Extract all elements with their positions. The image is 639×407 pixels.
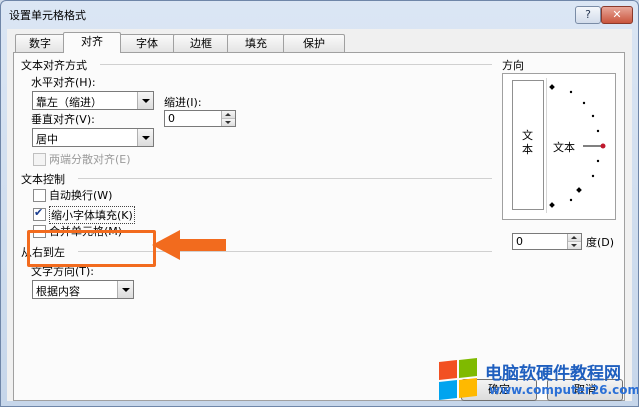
wrap-text-checkbox[interactable] — [33, 189, 46, 202]
dial-marker — [569, 198, 573, 202]
tab-protection[interactable]: 保护 — [283, 34, 345, 52]
close-button[interactable]: ✕ — [601, 6, 633, 24]
help-button[interactable]: ? — [575, 6, 601, 24]
dial-marker — [591, 174, 595, 178]
vertical-align-value: 居中 — [36, 133, 58, 146]
dial-marker — [596, 159, 600, 163]
dial-marker — [569, 90, 573, 94]
vertical-align-label: 垂直对齐(V): — [31, 113, 95, 126]
justify-distributed-checkbox[interactable] — [33, 153, 46, 166]
tab-border[interactable]: 边框 — [173, 34, 229, 52]
dial-marker — [582, 101, 586, 105]
group-divider — [78, 178, 492, 179]
tab-fill[interactable]: 填充 — [227, 34, 285, 52]
text-alignment-group-title: 文本对齐方式 — [21, 59, 87, 72]
stepper-up-icon[interactable] — [568, 234, 581, 242]
dialog-body: 数字 对齐 字体 边框 填充 保护 文本对齐方式 水平对齐(H): 靠左（缩进）… — [7, 29, 632, 401]
horizontal-align-value: 靠左（缩进） — [36, 96, 102, 109]
shrink-to-fit-label: 缩小字体填充(K) — [49, 206, 135, 224]
indent-label: 缩进(I): — [164, 96, 202, 109]
watermark: 电脑软硬件教程网 www.computer26.com — [433, 353, 638, 406]
orientation-box: 文本 文本 — [502, 73, 616, 220]
stepper-up-icon[interactable] — [222, 111, 235, 119]
group-divider — [100, 64, 492, 65]
text-control-group-title: 文本控制 — [21, 173, 65, 186]
text-direction-select[interactable]: 根据内容 — [32, 280, 134, 299]
degree-stepper[interactable]: 0 — [512, 233, 582, 250]
degree-value: 0 — [516, 235, 523, 248]
stepper-down-icon[interactable] — [222, 119, 235, 126]
degree-label: 度(D) — [586, 236, 615, 249]
pointer-arrow-shaft — [178, 239, 226, 251]
orientation-title: 方向 — [502, 59, 524, 72]
tab-number[interactable]: 数字 — [15, 34, 65, 52]
wrap-text-label: 自动换行(W) — [49, 189, 113, 202]
dial-marker — [591, 114, 595, 118]
shrink-to-fit-highlight-box — [27, 230, 156, 267]
windows-logo-icon — [439, 358, 479, 401]
dial-marker — [596, 129, 600, 133]
dial-marker — [576, 187, 582, 193]
vertical-text-label: 文本 — [522, 129, 533, 156]
chevron-down-icon[interactable] — [117, 281, 133, 298]
dial-marker — [549, 202, 555, 208]
stepper-buttons — [567, 234, 581, 249]
stepper-down-icon[interactable] — [568, 242, 581, 249]
title-bar: 设置单元格格式 ? ✕ — [1, 1, 638, 27]
tab-alignment[interactable]: 对齐 — [63, 32, 121, 53]
stepper-buttons — [221, 111, 235, 126]
alignment-panel: 文本对齐方式 水平对齐(H): 靠左（缩进） 缩进(I): 0 垂直对齐(V):… — [13, 52, 625, 401]
watermark-title: 电脑软硬件教程网 — [485, 364, 621, 384]
shrink-to-fit-checkbox[interactable] — [33, 206, 46, 221]
tab-font[interactable]: 字体 — [119, 34, 175, 52]
indent-value: 0 — [168, 112, 175, 125]
horizontal-align-label: 水平对齐(H): — [31, 76, 96, 89]
text-direction-value: 根据内容 — [36, 285, 80, 298]
pointer-arrow-icon — [152, 230, 180, 260]
justify-distributed-label: 两端分散对齐(E) — [49, 153, 131, 166]
horizontal-align-select[interactable]: 靠左（缩进） — [32, 91, 154, 110]
dial-text-label: 文本 — [553, 141, 575, 154]
format-cells-dialog: 设置单元格格式 ? ✕ 数字 对齐 字体 边框 填充 保护 文本对齐方式 水平对… — [0, 0, 639, 407]
watermark-url: www.computer26.com — [489, 383, 639, 397]
vertical-align-select[interactable]: 居中 — [32, 128, 154, 147]
dialog-title: 设置单元格格式 — [9, 9, 86, 22]
indent-stepper[interactable]: 0 — [164, 110, 236, 127]
dial-indicator — [600, 143, 606, 149]
dial-marker — [549, 84, 555, 90]
chevron-down-icon[interactable] — [137, 92, 153, 109]
chevron-down-icon[interactable] — [137, 129, 153, 146]
vertical-text-button[interactable]: 文本 — [512, 80, 544, 210]
